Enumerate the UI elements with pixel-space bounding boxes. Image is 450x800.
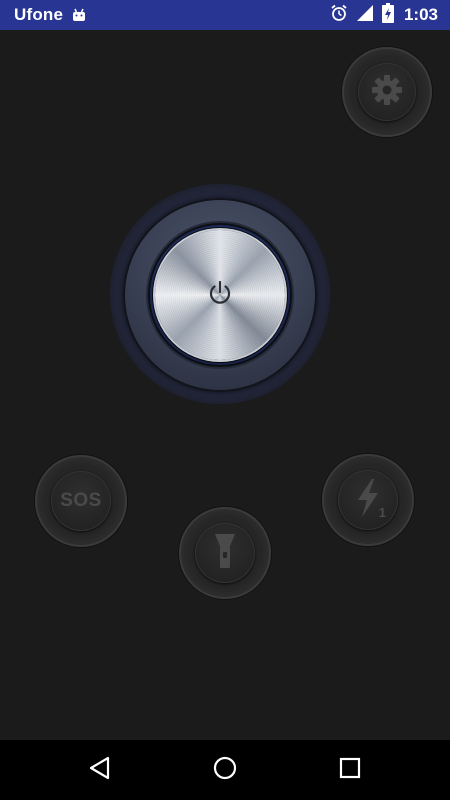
sos-label: SOS	[60, 490, 102, 511]
torch-button[interactable]	[179, 507, 271, 599]
back-icon	[88, 756, 112, 784]
signal-icon	[356, 4, 374, 26]
android-notification-icon	[71, 7, 87, 23]
flashlight-icon	[213, 532, 237, 574]
sos-button-face: SOS	[51, 471, 111, 531]
home-icon	[213, 756, 237, 784]
navigation-bar	[0, 740, 450, 800]
main-area: SOS 1	[0, 30, 450, 740]
recents-button[interactable]	[336, 756, 364, 784]
alarm-icon	[330, 4, 348, 26]
carrier-name: Ufone	[14, 5, 64, 24]
settings-button-face	[358, 63, 416, 121]
flash-mode-number: 1	[378, 505, 386, 520]
recents-icon	[339, 757, 361, 783]
flash-mode-button[interactable]: 1	[322, 454, 414, 546]
sos-button[interactable]: SOS	[35, 455, 127, 547]
power-icon	[205, 278, 235, 312]
gear-icon	[370, 73, 404, 111]
power-button[interactable]	[155, 230, 285, 360]
flash-mode-button-face: 1	[338, 470, 398, 530]
home-button[interactable]	[211, 756, 239, 784]
clock: 1:03	[403, 5, 438, 24]
back-button[interactable]	[86, 756, 114, 784]
status-icons: 1:03	[330, 3, 438, 27]
torch-button-face	[195, 523, 255, 583]
battery-charging-icon	[381, 3, 394, 27]
settings-button[interactable]	[342, 47, 432, 137]
status-bar: Ufone 1:03	[0, 0, 450, 30]
